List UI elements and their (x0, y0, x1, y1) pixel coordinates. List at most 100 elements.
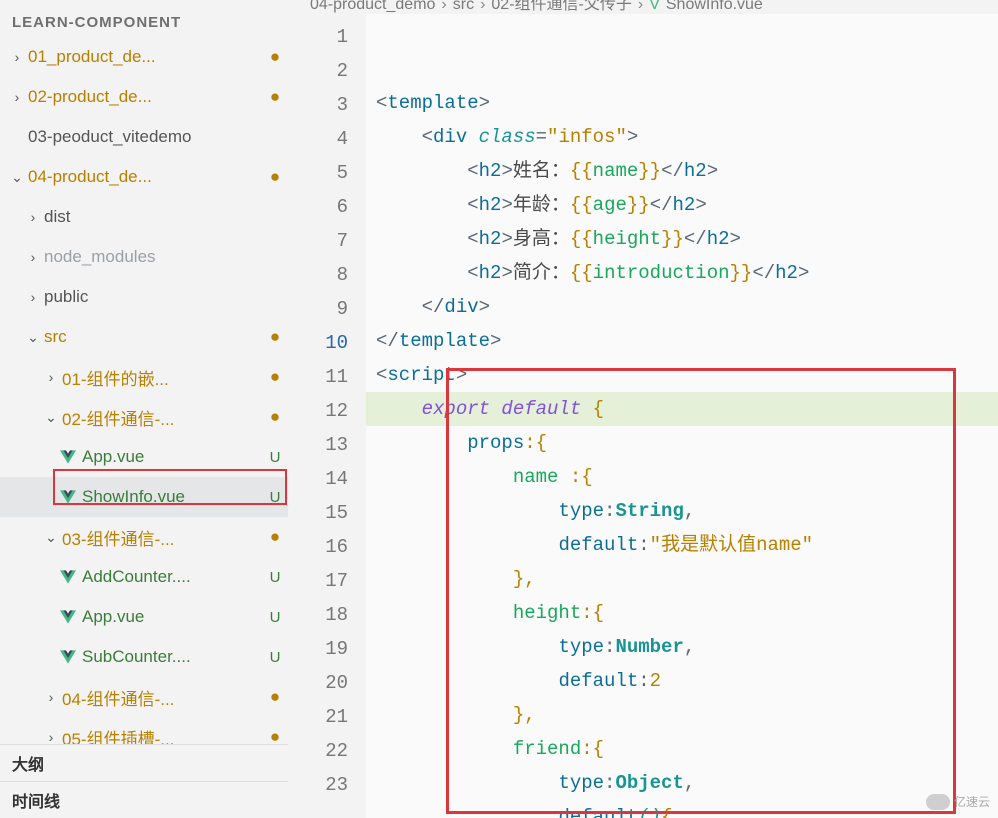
chevron-right-icon[interactable]: › (42, 729, 60, 744)
tree-item-label: 01-组件的嵌... (60, 365, 262, 390)
modified-dot-icon: ● (262, 727, 288, 744)
code-line[interactable]: friend:{ (366, 732, 998, 766)
code-line[interactable]: </div> (366, 290, 998, 324)
timeline-panel[interactable]: 时间线 (0, 781, 288, 818)
folder-item[interactable]: ›node_modules (0, 237, 288, 277)
code-line[interactable]: type:Object, (366, 766, 998, 800)
code-token: < (467, 160, 478, 182)
code-line[interactable]: }, (366, 562, 998, 596)
modified-dot-icon: ● (262, 327, 288, 347)
tree-item-label: 04-product_de... (26, 167, 262, 187)
modified-dot-icon: ● (262, 167, 288, 187)
code-token: friend (513, 738, 581, 760)
outline-panel[interactable]: 大纲 (0, 744, 288, 781)
code-line[interactable]: type:String, (366, 494, 998, 528)
file-item[interactable]: ShowInfo.vueU (0, 477, 288, 517)
code-line[interactable]: type:Number, (366, 630, 998, 664)
breadcrumb-item[interactable]: 02-组件通信-父传子 (491, 0, 631, 14)
tree-item-label: src (42, 327, 262, 347)
cloud-icon (926, 794, 950, 810)
git-status-badge: U (262, 649, 288, 666)
line-number: 4 (288, 122, 366, 156)
code-line[interactable]: name :{ (366, 460, 998, 494)
code-line[interactable]: <h2>简介：{{introduction}}</h2> (366, 256, 998, 290)
code-line[interactable]: default:2 (366, 664, 998, 698)
chevron-right-icon[interactable]: › (42, 369, 60, 385)
vue-icon (60, 610, 76, 624)
folder-item[interactable]: ›01_product_de...● (0, 37, 288, 77)
code-token: }} (638, 160, 661, 182)
code-token: < (376, 364, 387, 386)
folder-item[interactable]: ›dist (0, 197, 288, 237)
breadcrumb-sep-icon: › (480, 0, 485, 14)
code-token: {{ (570, 262, 593, 284)
code-token: > (730, 228, 741, 250)
folder-item[interactable]: ›04-组件通信-...● (0, 677, 288, 717)
chevron-right-icon[interactable]: › (8, 49, 26, 65)
code-line[interactable]: <template> (366, 86, 998, 120)
folder-item[interactable]: ⌄03-组件通信-...● (0, 517, 288, 557)
tree-item-label: 02-组件通信-... (60, 405, 262, 430)
code-area[interactable]: <template> <div class="infos"> <h2>姓名：{{… (366, 14, 998, 818)
code-token: name (593, 160, 639, 182)
folder-item[interactable]: ⌄02-组件通信-...● (0, 397, 288, 437)
chevron-right-icon[interactable]: › (8, 89, 26, 105)
breadcrumb-item[interactable]: ShowInfo.vue (666, 0, 763, 14)
file-item[interactable]: AddCounter....U (0, 557, 288, 597)
code-token: > (627, 126, 638, 148)
file-item[interactable]: App.vueU (0, 597, 288, 637)
modified-dot-icon: ● (262, 47, 288, 67)
code-line[interactable]: height:{ (366, 596, 998, 630)
chevron-right-icon[interactable]: › (24, 289, 42, 305)
code-line[interactable]: default:"我是默认值name" (366, 528, 998, 562)
folder-item[interactable]: ›02-product_de...● (0, 77, 288, 117)
code-line[interactable]: default(){ (366, 800, 998, 818)
code-editor[interactable]: 1234567891011121314151617181920212223 <t… (288, 14, 998, 818)
code-token: age (593, 194, 627, 216)
modified-dot-icon: ● (262, 527, 288, 547)
code-token: > (479, 296, 490, 318)
file-item[interactable]: App.vueU (0, 437, 288, 477)
folder-item[interactable]: ⌄04-product_de...● (0, 157, 288, 197)
folder-item[interactable]: ›public (0, 277, 288, 317)
vue-icon (60, 570, 76, 584)
code-token: height (513, 602, 581, 624)
code-line[interactable]: props:{ (366, 426, 998, 460)
code-token: Number (615, 636, 683, 658)
code-line[interactable]: }, (366, 698, 998, 732)
chevron-down-icon[interactable]: ⌄ (24, 329, 42, 346)
code-token: default (558, 806, 638, 818)
code-line[interactable]: <h2>身高：{{height}}</h2> (366, 222, 998, 256)
code-line[interactable]: export default { (366, 392, 998, 426)
code-token: </ (422, 296, 445, 318)
code-line[interactable]: <script> (366, 358, 998, 392)
modified-dot-icon: ● (262, 407, 288, 427)
breadcrumb: 04-product_demo › src › 02-组件通信-父传子 › V … (300, 0, 998, 14)
chevron-right-icon[interactable]: › (24, 249, 42, 265)
folder-item[interactable]: ›01-组件的嵌...● (0, 357, 288, 397)
line-number: 22 (288, 734, 366, 768)
chevron-right-icon[interactable]: › (24, 209, 42, 225)
breadcrumb-item[interactable]: 04-product_demo (310, 0, 435, 14)
chevron-down-icon[interactable]: ⌄ (42, 529, 60, 546)
code-line[interactable]: <h2>年龄：{{age}}</h2> (366, 188, 998, 222)
code-line[interactable]: <div class="infos"> (366, 120, 998, 154)
code-token: > (501, 228, 512, 250)
code-token: > (456, 364, 467, 386)
folder-item[interactable]: ⌄src● (0, 317, 288, 357)
folder-item[interactable]: 03-peoduct_vitedemo (0, 117, 288, 157)
code-token: < (467, 262, 478, 284)
folder-item[interactable]: ›05-组件插槽-...● (0, 717, 288, 744)
code-token: , (684, 636, 695, 658)
chevron-down-icon[interactable]: ⌄ (8, 169, 26, 186)
code-token: template (387, 92, 478, 114)
code-line[interactable]: </template> (366, 324, 998, 358)
breadcrumb-item[interactable]: src (453, 0, 474, 14)
chevron-right-icon[interactable]: › (42, 689, 60, 705)
file-item[interactable]: SubCounter....U (0, 637, 288, 677)
modified-dot-icon: ● (262, 367, 288, 387)
code-line[interactable]: <h2>姓名：{{name}}</h2> (366, 154, 998, 188)
chevron-down-icon[interactable]: ⌄ (42, 409, 60, 426)
breadcrumb-sep-icon: › (638, 0, 643, 14)
line-number: 14 (288, 462, 366, 496)
